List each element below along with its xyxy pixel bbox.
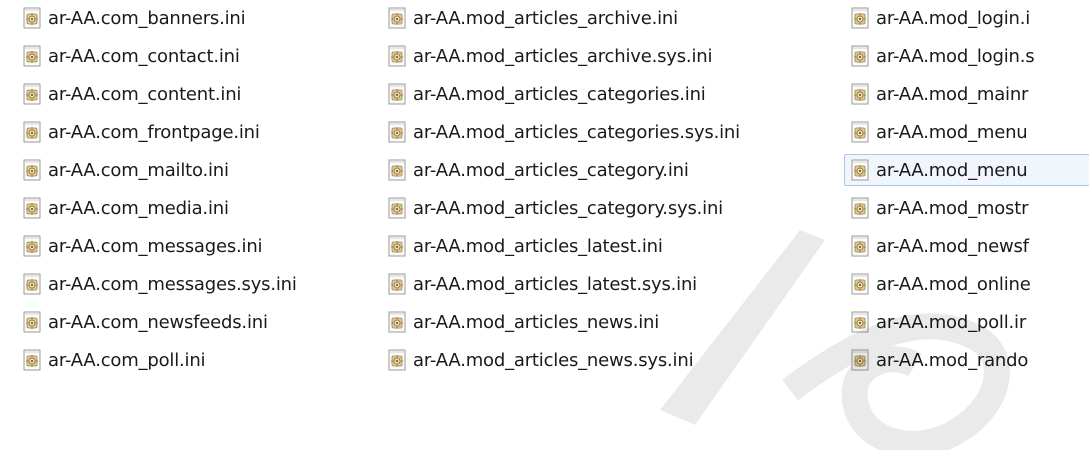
file-item[interactable]: ar-AA.mod_articles_latest.sys.ini: [385, 268, 825, 300]
ini-settings-file-icon: [22, 197, 42, 219]
ini-settings-file-icon: [850, 159, 870, 181]
file-name: ar-AA.mod_articles_archive.ini: [413, 7, 678, 29]
ini-settings-file-icon: [850, 311, 870, 333]
ini-settings-file-icon: [387, 7, 407, 29]
file-name: ar-AA.com_media.ini: [48, 197, 229, 219]
file-item[interactable]: ar-AA.mod_mainr: [848, 78, 1089, 110]
file-item[interactable]: ar-AA.mod_login.i: [848, 2, 1089, 34]
ini-settings-file-icon: [387, 45, 407, 67]
file-name: ar-AA.mod_online: [876, 273, 1031, 295]
file-name: ar-AA.mod_articles_archive.sys.ini: [413, 45, 713, 67]
file-name: ar-AA.mod_articles_latest.sys.ini: [413, 273, 697, 295]
file-item[interactable]: ar-AA.com_frontpage.ini: [20, 116, 360, 148]
file-name: ar-AA.mod_rando: [876, 349, 1029, 371]
ini-settings-file-icon: [387, 121, 407, 143]
file-name: ar-AA.mod_mainr: [876, 83, 1029, 105]
file-name: ar-AA.com_contact.ini: [48, 45, 240, 67]
ini-settings-file-icon: [387, 159, 407, 181]
ini-settings-file-icon: [387, 235, 407, 257]
file-item[interactable]: ar-AA.com_contact.ini: [20, 40, 360, 72]
file-item[interactable]: ar-AA.mod_rando: [848, 344, 1089, 376]
file-item[interactable]: ar-AA.mod_articles_archive.ini: [385, 2, 825, 34]
ini-settings-file-icon: [22, 83, 42, 105]
file-name: ar-AA.mod_articles_category.ini: [413, 159, 689, 181]
file-list: ar-AA.com_banners.ini ar-AA.com_contact.…: [0, 0, 1089, 416]
file-name: ar-AA.mod_articles_latest.ini: [413, 235, 663, 257]
file-name: ar-AA.mod_articles_news.sys.ini: [413, 349, 694, 371]
ini-settings-file-icon: [22, 121, 42, 143]
file-name: ar-AA.mod_menu: [876, 159, 1028, 181]
file-item[interactable]: ar-AA.com_mailto.ini: [20, 154, 360, 186]
ini-settings-file-icon: [850, 7, 870, 29]
file-item[interactable]: ar-AA.mod_login.s: [848, 40, 1089, 72]
ini-settings-file-icon: [387, 197, 407, 219]
file-name: ar-AA.mod_articles_news.ini: [413, 311, 660, 333]
file-name: ar-AA.mod_menu: [876, 121, 1028, 143]
file-item[interactable]: ar-AA.com_messages.sys.ini: [20, 268, 360, 300]
file-name: ar-AA.com_frontpage.ini: [48, 121, 260, 143]
file-name: ar-AA.com_content.ini: [48, 83, 242, 105]
ini-settings-file-icon: [22, 159, 42, 181]
ini-settings-file-icon: [22, 45, 42, 67]
file-name: ar-AA.com_mailto.ini: [48, 159, 229, 181]
file-name: ar-AA.com_poll.ini: [48, 349, 206, 371]
ini-settings-file-icon: [387, 311, 407, 333]
file-item[interactable]: ar-AA.mod_online: [848, 268, 1089, 300]
ini-settings-file-icon: [387, 349, 407, 371]
file-name: ar-AA.mod_login.s: [876, 45, 1035, 67]
ini-settings-file-icon: [850, 45, 870, 67]
file-name: ar-AA.mod_articles_category.sys.ini: [413, 197, 723, 219]
file-name: ar-AA.mod_articles_categories.sys.ini: [413, 121, 740, 143]
file-item[interactable]: ar-AA.com_messages.ini: [20, 230, 360, 262]
file-name: ar-AA.com_messages.ini: [48, 235, 263, 257]
file-item[interactable]: ar-AA.mod_articles_category.ini: [385, 154, 825, 186]
file-item[interactable]: ar-AA.mod_articles_category.sys.ini: [385, 192, 825, 224]
file-item[interactable]: ar-AA.mod_articles_news.sys.ini: [385, 344, 825, 376]
file-name: ar-AA.mod_login.i: [876, 7, 1031, 29]
file-name: ar-AA.com_messages.sys.ini: [48, 273, 297, 295]
file-item[interactable]: ar-AA.mod_mostr: [848, 192, 1089, 224]
file-item[interactable]: ar-AA.com_newsfeeds.ini: [20, 306, 360, 338]
file-name: ar-AA.com_newsfeeds.ini: [48, 311, 268, 333]
ini-settings-file-icon: [850, 273, 870, 295]
ini-settings-file-icon: [22, 7, 42, 29]
file-name: ar-AA.mod_poll.ir: [876, 311, 1027, 333]
file-item[interactable]: ar-AA.mod_articles_archive.sys.ini: [385, 40, 825, 72]
ini-settings-file-icon: [387, 83, 407, 105]
file-item[interactable]: ar-AA.com_media.ini: [20, 192, 360, 224]
file-name: ar-AA.mod_mostr: [876, 197, 1029, 219]
file-name: ar-AA.mod_articles_categories.ini: [413, 83, 706, 105]
ini-settings-file-icon: [22, 235, 42, 257]
file-item[interactable]: ar-AA.mod_newsf: [848, 230, 1089, 262]
file-item[interactable]: ar-AA.mod_articles_categories.ini: [385, 78, 825, 110]
ini-settings-file-icon: [850, 83, 870, 105]
file-name: ar-AA.mod_newsf: [876, 235, 1029, 257]
ini-settings-file-icon: [22, 311, 42, 333]
file-item[interactable]: ar-AA.com_poll.ini: [20, 344, 360, 376]
ini-settings-file-icon: [850, 197, 870, 219]
file-item-selected[interactable]: ar-AA.mod_menu: [844, 154, 1089, 186]
file-name: ar-AA.com_banners.ini: [48, 7, 246, 29]
ini-settings-file-icon: [850, 121, 870, 143]
file-item[interactable]: ar-AA.mod_menu: [848, 116, 1089, 148]
ini-settings-file-icon: [850, 349, 870, 371]
file-item[interactable]: ar-AA.mod_poll.ir: [848, 306, 1089, 338]
ini-settings-file-icon: [22, 349, 42, 371]
file-item[interactable]: ar-AA.mod_articles_news.ini: [385, 306, 825, 338]
file-item[interactable]: ar-AA.mod_articles_categories.sys.ini: [385, 116, 825, 148]
file-item[interactable]: ar-AA.com_banners.ini: [20, 2, 360, 34]
ini-settings-file-icon: [22, 273, 42, 295]
file-item[interactable]: ar-AA.mod_articles_latest.ini: [385, 230, 825, 262]
file-item[interactable]: ar-AA.com_content.ini: [20, 78, 360, 110]
ini-settings-file-icon: [387, 273, 407, 295]
ini-settings-file-icon: [850, 235, 870, 257]
